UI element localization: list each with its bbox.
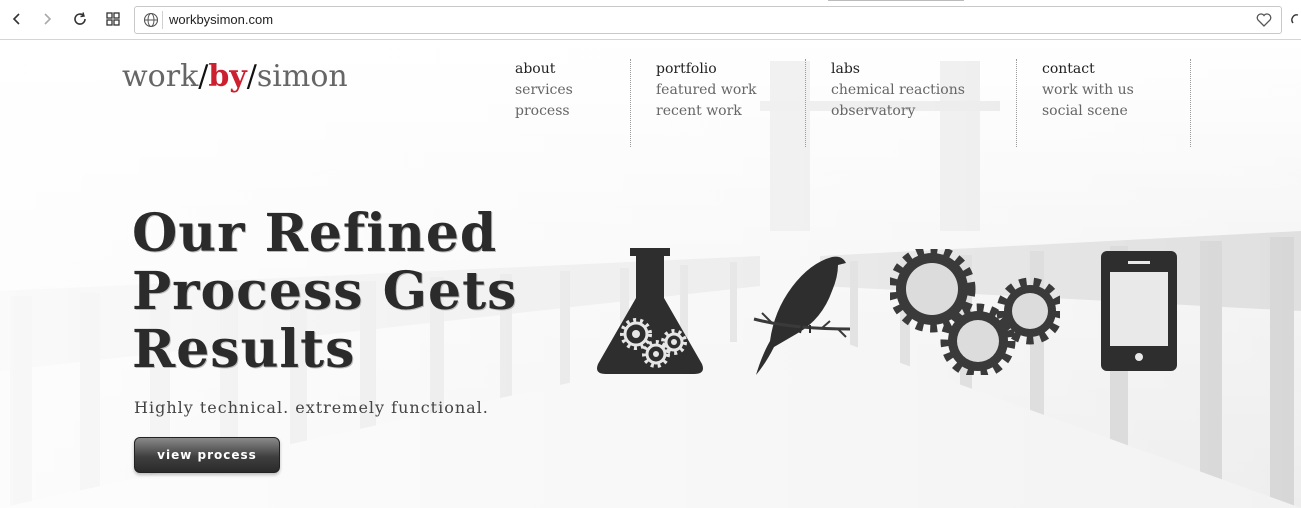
back-button[interactable] bbox=[6, 8, 28, 30]
logo-by: by bbox=[208, 59, 247, 94]
nav-labs[interactable]: labs bbox=[831, 59, 965, 80]
reload-icon bbox=[74, 12, 86, 25]
nav-divider bbox=[1016, 59, 1017, 147]
site-logo[interactable]: work/by/simon bbox=[122, 59, 348, 94]
hero-title: Our Refined Process Gets Results bbox=[132, 203, 518, 380]
nav-featured-work[interactable]: featured work bbox=[656, 80, 756, 101]
tab-edge bbox=[828, 0, 964, 1]
nav-chemical-reactions[interactable]: chemical reactions bbox=[831, 80, 965, 101]
nav-social-scene[interactable]: social scene bbox=[1042, 101, 1134, 122]
nav-process[interactable]: process bbox=[515, 101, 573, 122]
nav-divider bbox=[805, 59, 806, 147]
nav-column-about: about services process bbox=[515, 59, 573, 122]
logo-simon: simon bbox=[256, 59, 348, 94]
url-text: workbysimon.com bbox=[169, 12, 274, 27]
nav-services[interactable]: services bbox=[515, 80, 573, 101]
nav-portfolio[interactable]: portfolio bbox=[656, 59, 756, 80]
forward-button[interactable] bbox=[36, 8, 58, 30]
nav-divider bbox=[1190, 59, 1191, 147]
nav-contact[interactable]: contact bbox=[1042, 59, 1134, 80]
heart-icon[interactable] bbox=[1255, 11, 1273, 33]
grid-icon bbox=[106, 12, 120, 26]
nav-observatory[interactable]: observatory bbox=[831, 101, 965, 122]
bird-icon bbox=[752, 251, 852, 381]
website: work/by/simon about services process por… bbox=[0, 41, 1301, 508]
tablet-icon bbox=[1100, 250, 1178, 376]
gears-icon bbox=[888, 245, 1064, 379]
globe-icon bbox=[143, 12, 159, 32]
logo-slash: / bbox=[198, 59, 209, 94]
nav-column-labs: labs chemical reactions observatory bbox=[831, 59, 965, 122]
extension-button[interactable] bbox=[1288, 8, 1301, 30]
nav-column-contact: contact work with us social scene bbox=[1042, 59, 1134, 122]
nav-about[interactable]: about bbox=[515, 59, 573, 80]
view-process-button[interactable]: view process bbox=[134, 437, 280, 473]
back-arrow-icon bbox=[12, 13, 20, 25]
logo-work: work bbox=[122, 59, 199, 94]
nav-divider bbox=[630, 59, 631, 147]
nav-recent-work[interactable]: recent work bbox=[656, 101, 756, 122]
speed-dial-button[interactable] bbox=[102, 8, 124, 30]
nav-work-with-us[interactable]: work with us bbox=[1042, 80, 1134, 101]
extension-icon bbox=[1290, 14, 1298, 24]
address-separator bbox=[162, 11, 163, 29]
flask-gears-icon bbox=[594, 246, 706, 382]
forward-arrow-icon bbox=[44, 13, 52, 25]
reload-button[interactable] bbox=[69, 8, 91, 30]
browser-toolbar: workbysimon.com bbox=[0, 0, 1301, 40]
address-bar[interactable]: workbysimon.com bbox=[134, 6, 1282, 34]
logo-slash: / bbox=[246, 59, 257, 94]
hero-tagline: Highly technical. extremely functional. bbox=[134, 398, 489, 417]
nav-column-portfolio: portfolio featured work recent work bbox=[656, 59, 756, 122]
